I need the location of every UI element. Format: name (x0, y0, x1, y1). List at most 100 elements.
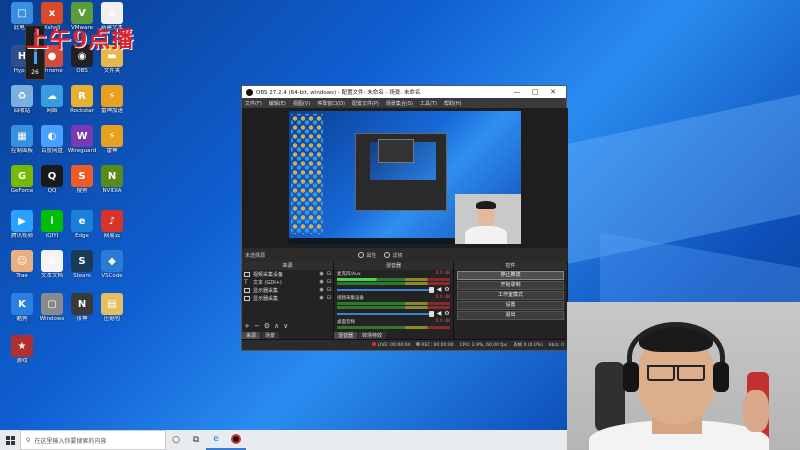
add-icon[interactable]: + (244, 322, 250, 330)
start-recording-button[interactable]: 开始录制 (457, 281, 564, 290)
source-item[interactable]: 显示器采集 ◉ ⊡ (242, 286, 333, 294)
filters-button[interactable]: 滤镜 (384, 252, 402, 259)
slider-knob[interactable] (429, 287, 434, 293)
volume-slider[interactable] (337, 287, 434, 293)
settings-icon[interactable]: ⚙ (264, 322, 270, 330)
close-button[interactable]: ✕ (544, 88, 562, 96)
desktop-icon-label: 回收站 (13, 108, 31, 114)
gear-icon[interactable]: ⚙ (444, 287, 450, 293)
obs-title-bar[interactable]: OBS 27.2.4 (64-bit, windows) - 配置文件: 未命名… (242, 86, 566, 98)
desktop-icon-label: Rockstar (70, 108, 94, 114)
person-hand (743, 390, 769, 432)
up-icon[interactable]: ∧ (274, 322, 279, 330)
desktop-icon[interactable]: W Wireguard (65, 125, 99, 155)
obs-preview-area[interactable] (242, 108, 568, 248)
source-item[interactable]: T 文本 (GDI+) ◉ ⊡ (242, 278, 333, 286)
desktop-icon[interactable]: ★ 游戏 (5, 335, 39, 365)
exit-button[interactable]: 退出 (457, 311, 564, 320)
edge-taskbar-icon[interactable]: e (206, 430, 226, 450)
volume-meter (337, 302, 450, 305)
desktop-icon[interactable]: K 酷狗 (5, 293, 39, 323)
desktop-icon[interactable]: ♪ 网易云 (95, 210, 129, 240)
source-item[interactable]: 显示器采集 ◉ ⊡ (242, 294, 333, 302)
menu-file[interactable]: 文件(F) (245, 100, 262, 107)
monitor-icon (244, 295, 250, 301)
taskbar-search[interactable]: ⚲ 在这里输入你要搜索的内容 (20, 430, 166, 450)
obs-taskbar-icon[interactable] (226, 430, 246, 450)
studio-mode-button[interactable]: 工作室模式 (457, 291, 564, 300)
desktop-icon[interactable]: ▤ 压缩包 (95, 293, 129, 323)
channel-name: 麦克风/Aux (337, 272, 361, 277)
speaker-icon[interactable]: ◀ (436, 311, 442, 317)
eye-icon[interactable]: ◉ (319, 279, 323, 285)
desktop-icon[interactable]: ▦ 控制面板 (5, 125, 39, 155)
watermark-text: 上午9点播 (26, 27, 135, 53)
desktop-icon[interactable]: ▶ 腾讯视频 (5, 210, 39, 240)
menu-profile[interactable]: 配置文件(P) (352, 100, 379, 107)
multitask-icon[interactable]: ⧉ (186, 430, 206, 450)
desktop-icon[interactable]: G GeForce (5, 165, 39, 195)
app-icon: ⚡ (101, 85, 123, 107)
app-icon: K (11, 293, 33, 315)
desktop-icon[interactable]: Q QQ (35, 165, 69, 195)
obs-window[interactable]: OBS 27.2.4 (64-bit, windows) - 配置文件: 未命名… (241, 85, 568, 351)
desktop-icon[interactable]: ◐ 百度网盘 (35, 125, 69, 155)
desktop-icon[interactable]: ≡ 文本文档 (35, 250, 69, 280)
app-icon: □ (11, 2, 33, 24)
properties-button[interactable]: 属性 (358, 252, 376, 259)
obs-menu-bar: 文件(F) 编辑(E) 视图(V) 停靠窗口(D) 配置文件(P) 场景集合(S… (242, 98, 566, 108)
speaker-icon[interactable]: ◀ (436, 287, 442, 293)
start-button[interactable] (0, 430, 20, 450)
desktop-icon[interactable]: N NVIDIA (95, 165, 129, 195)
desktop-icon[interactable]: R Rockstar (65, 85, 99, 115)
chair (595, 362, 625, 432)
maximize-button[interactable]: □ (526, 88, 544, 96)
lock-icon[interactable]: ⊡ (327, 271, 331, 277)
eye-icon[interactable]: ◉ (319, 287, 323, 293)
desktop-icon[interactable]: N 夜神 (65, 293, 99, 323)
remove-icon[interactable]: − (254, 322, 260, 330)
down-icon[interactable]: ∨ (283, 322, 288, 330)
menu-scene-collection[interactable]: 场景集合(S) (386, 100, 413, 107)
app-icon: ≡ (41, 250, 63, 272)
desktop-icon-label: VSCode (101, 273, 123, 279)
volume-slider[interactable] (337, 311, 434, 317)
task-view-icon[interactable]: ○ (166, 430, 186, 450)
eye-icon[interactable]: ◉ (319, 295, 323, 301)
lock-icon[interactable]: ⊡ (327, 287, 331, 293)
menu-help[interactable]: 帮助(H) (444, 100, 462, 107)
cpu-status: CPU: 2.9%, 60.00 fps (459, 342, 508, 348)
channel-name: 桌面音频 (337, 320, 355, 325)
desktop-icon[interactable]: ♻ 回收站 (5, 85, 39, 115)
desktop-icon[interactable]: S 搜狗 (65, 165, 99, 195)
eye-icon[interactable]: ◉ (319, 271, 323, 277)
gear-icon[interactable]: ⚙ (444, 311, 450, 317)
context-bar: 未选择源 属性 滤镜 (242, 248, 568, 262)
slider-knob[interactable] (429, 311, 434, 317)
source-item[interactable]: 视频采集设备 ◉ ⊡ (242, 270, 333, 278)
minimize-button[interactable]: — (508, 88, 526, 96)
menu-view[interactable]: 视图(V) (293, 100, 310, 107)
desktop-icon[interactable]: ⚡ 雷神加速 (95, 85, 129, 115)
desktop-icon[interactable]: ⚡ 雷神 (95, 125, 129, 155)
desktop-icon[interactable]: ☁ 网络 (35, 85, 69, 115)
preview-canvas[interactable] (289, 111, 521, 244)
desktop-icon[interactable]: e Edge (65, 210, 99, 240)
menu-docks[interactable]: 停靠窗口(D) (317, 100, 345, 107)
lock-icon[interactable]: ⊡ (327, 295, 331, 301)
obs-logo-icon (246, 88, 253, 96)
desktop-icon[interactable]: S Steam (65, 250, 99, 280)
menu-tools[interactable]: 工具(T) (420, 100, 437, 107)
stop-streaming-button[interactable]: 停止推流 (457, 271, 564, 280)
headset-cup (623, 362, 639, 392)
app-icon: S (71, 165, 93, 187)
menu-edit[interactable]: 编辑(E) (269, 100, 286, 107)
lock-icon[interactable]: ⊡ (327, 279, 331, 285)
desktop-icon[interactable]: ☺ Trae (5, 250, 39, 280)
desktop-icon[interactable]: ▢ Windows (35, 293, 69, 323)
settings-button[interactable]: 设置 (457, 301, 564, 310)
volume-level: 26 (31, 69, 39, 76)
desktop-icon[interactable]: ◆ VSCode (95, 250, 129, 280)
search-icon: ⚲ (26, 436, 31, 444)
desktop-icon[interactable]: i iQIYI (35, 210, 69, 240)
